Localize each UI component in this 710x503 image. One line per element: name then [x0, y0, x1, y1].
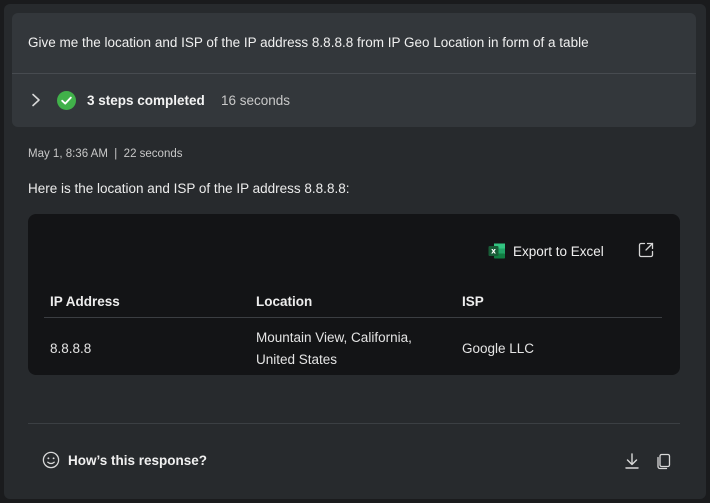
expand-icon[interactable]	[638, 242, 654, 258]
steps-duration: 16 seconds	[221, 93, 291, 108]
result-table-card: x Export to Excel IP Address Location IS…	[28, 214, 680, 375]
user-prompt-text: Give me the location and ISP of the IP a…	[28, 35, 589, 50]
column-header-location: Location	[256, 294, 313, 309]
column-header-isp: ISP	[462, 294, 484, 309]
user-prompt-card: Give me the location and ISP of the IP a…	[12, 13, 696, 127]
download-icon[interactable]	[623, 452, 641, 470]
feedback-label: How’s this response?	[68, 452, 208, 468]
steps-completed-label: 3 steps completed	[87, 93, 205, 108]
steps-toggle[interactable]: 3 steps completed 16 seconds	[12, 74, 696, 127]
excel-icon: x	[488, 243, 505, 259]
smile-icon	[42, 451, 60, 469]
chat-window: Give me the location and ISP of the IP a…	[4, 4, 706, 499]
chevron-right-icon[interactable]	[30, 93, 42, 107]
header-divider	[44, 317, 662, 318]
response-intro: Here is the location and ISP of the IP a…	[28, 181, 350, 196]
table-cell-isp: Google LLC	[462, 341, 535, 356]
footer-divider	[28, 423, 680, 424]
table-cell-ip-address: 8.8.8.8	[50, 341, 92, 356]
feedback-button[interactable]: How’s this response?	[42, 451, 207, 469]
column-header-ip-address: IP Address	[50, 294, 120, 309]
copy-icon[interactable]	[655, 452, 673, 470]
table-cell-location: Mountain View, California, United States	[256, 330, 412, 367]
export-to-excel-label: Export to Excel	[513, 243, 604, 259]
check-circle-icon	[57, 91, 76, 110]
response-meta: May 1, 8:36 AM | 22 seconds	[28, 148, 183, 160]
export-to-excel-button[interactable]: x Export to Excel	[488, 240, 604, 262]
svg-text:x: x	[491, 247, 496, 256]
